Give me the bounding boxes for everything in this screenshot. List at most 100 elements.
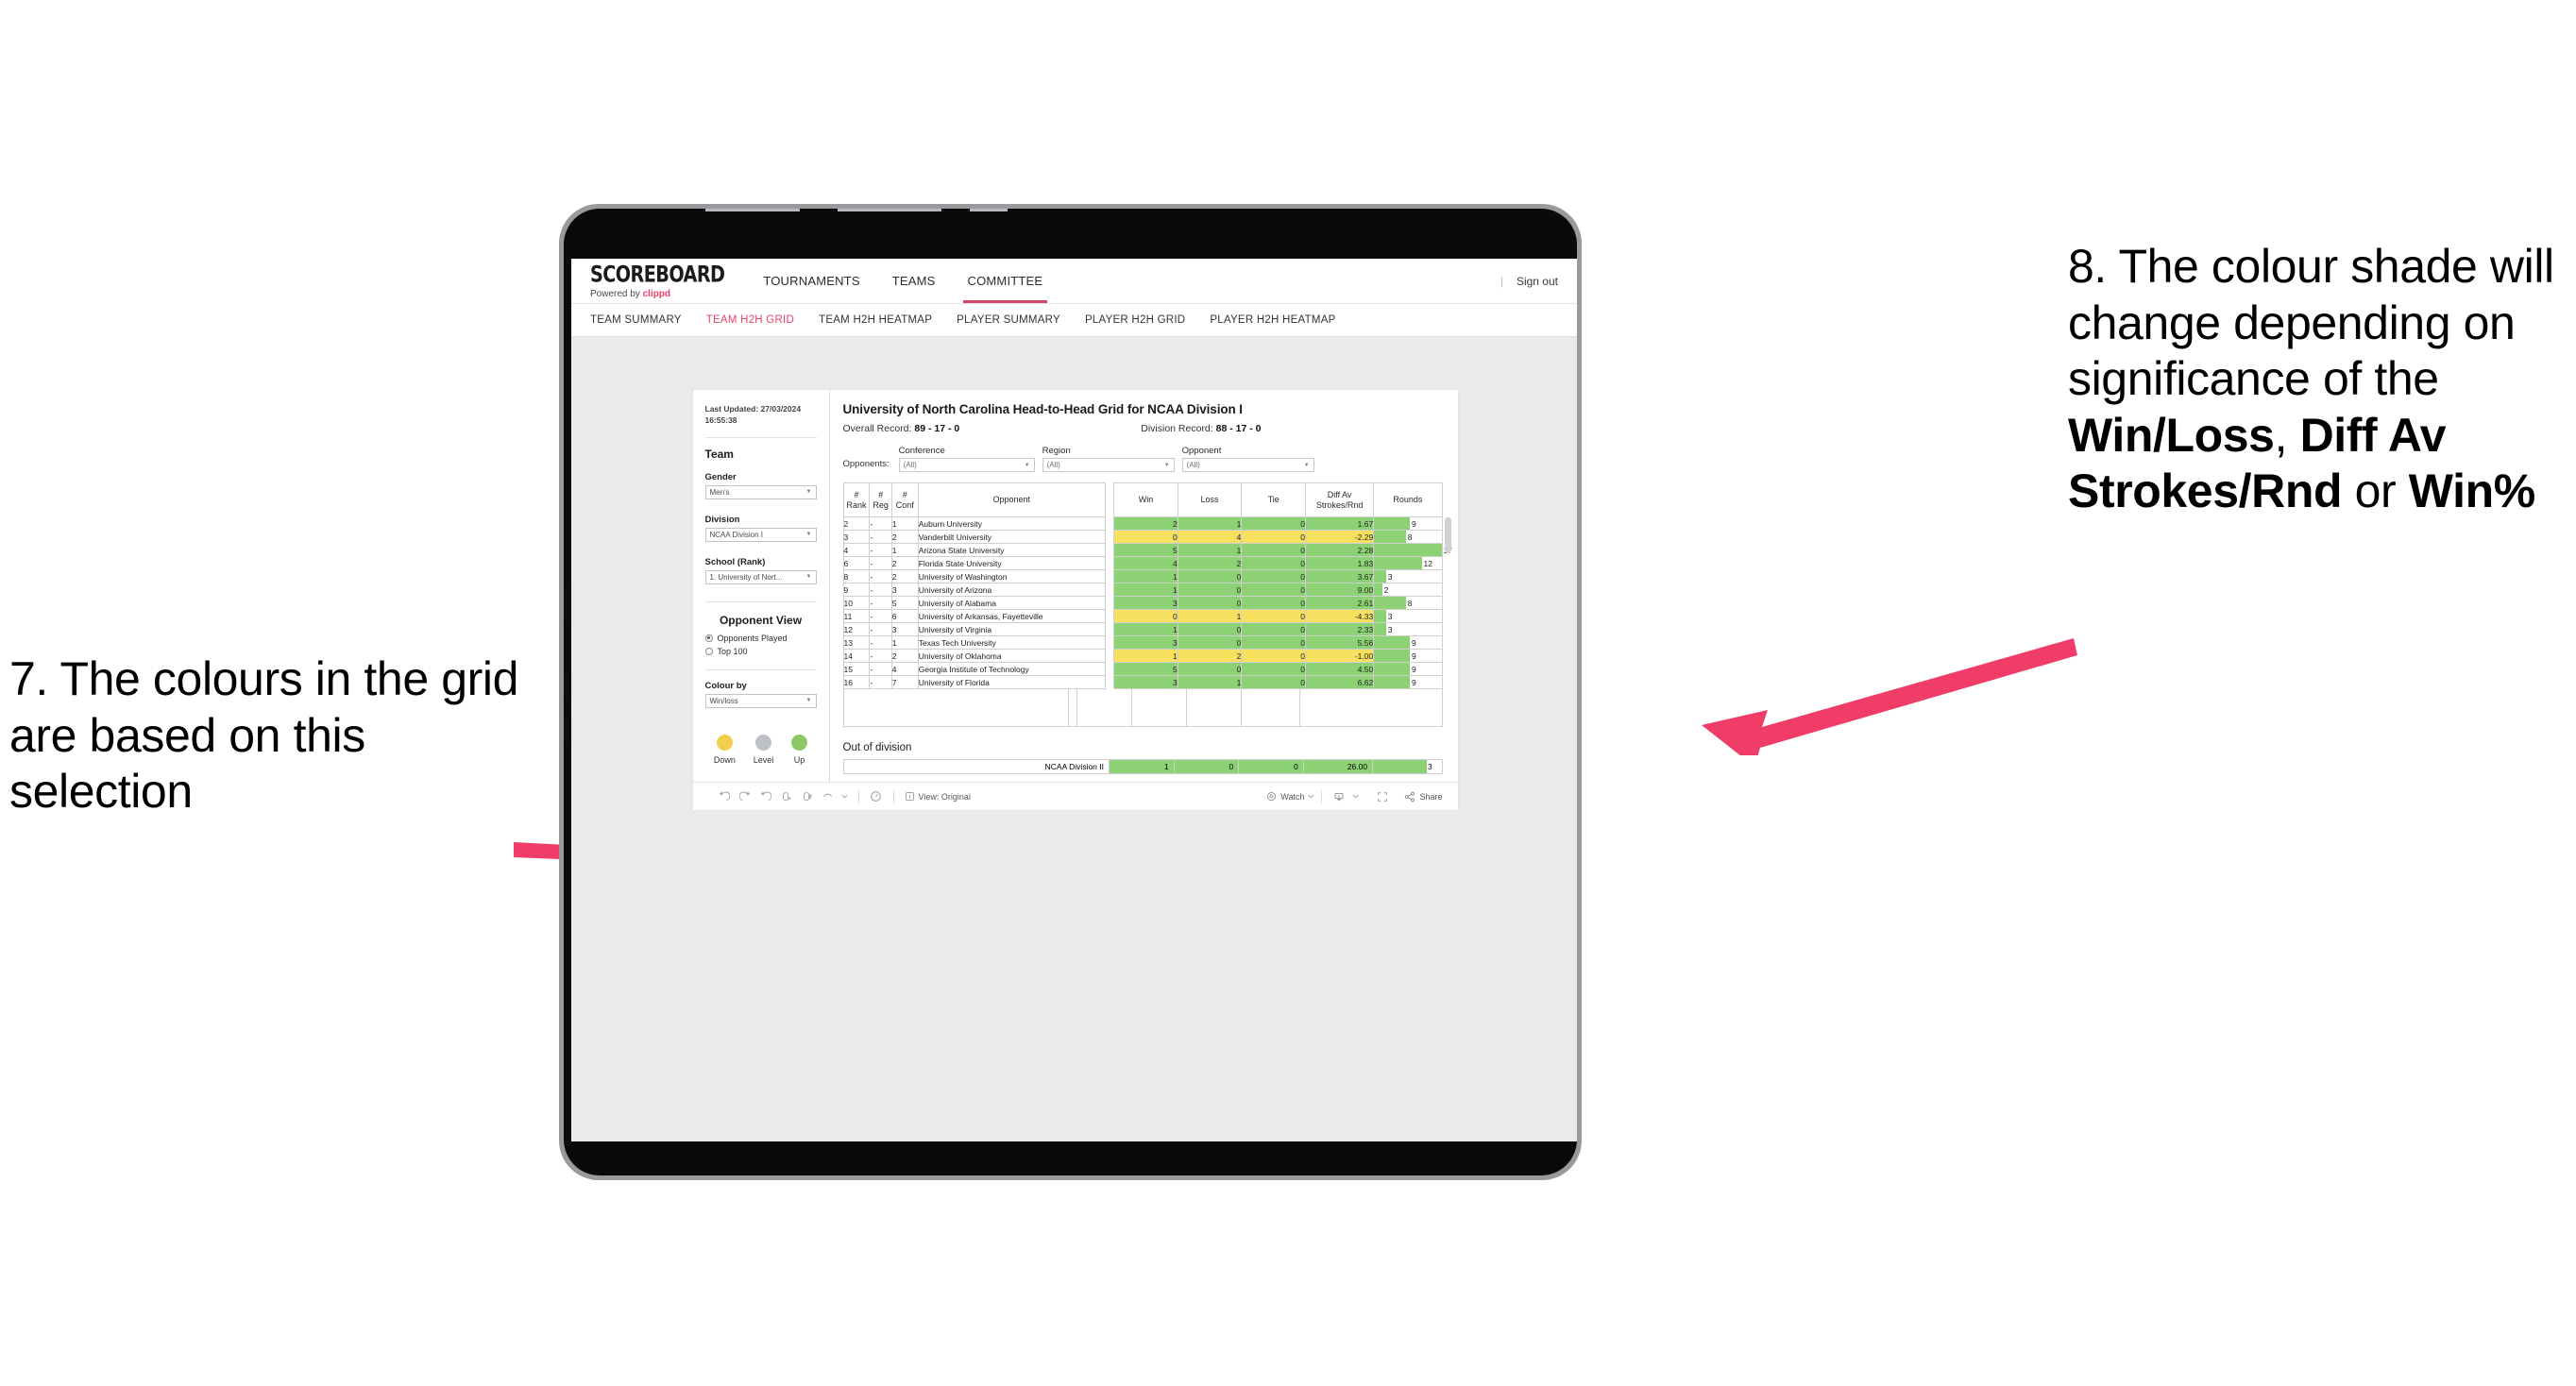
legend-item-level: Level bbox=[754, 734, 773, 765]
table-row[interactable]: 15-4 Georgia Institute of Technology 5 0 0 4.… bbox=[842, 662, 1443, 676]
table-row[interactable]: 11-6 University of Arkansas, Fayetteville… bbox=[842, 609, 1443, 623]
cell-win: 1 bbox=[1113, 569, 1178, 583]
share-label: Share bbox=[1419, 791, 1443, 802]
cell-tie-value: 0 bbox=[1300, 677, 1305, 687]
subnav-item-team-summary[interactable]: TEAM SUMMARY bbox=[590, 314, 682, 326]
cell-diff-value: 2.28 bbox=[1357, 545, 1374, 555]
colour-by-select[interactable]: Win/loss ▼ bbox=[704, 693, 817, 708]
cell-win: 1 bbox=[1113, 583, 1178, 597]
rounds-bar bbox=[1374, 650, 1410, 662]
annotation-8-line1: 8. The colour shade will change dependin… bbox=[2068, 240, 2554, 405]
cell-diff: 4.50 bbox=[1304, 662, 1375, 676]
annotation-8-mid1: , bbox=[2274, 408, 2300, 462]
rounds-value: 9 bbox=[1411, 664, 1416, 674]
tablet-top-antenna-3 bbox=[970, 209, 1008, 211]
radio-top-100[interactable]: Top 100 bbox=[704, 647, 817, 656]
table-row[interactable]: 2-1 Auburn University 2 1 0 1.67 9 bbox=[842, 516, 1443, 531]
cell-spacer bbox=[1105, 663, 1113, 676]
legend-item-down: Down bbox=[714, 734, 736, 765]
subnav-item-player-h2h-heatmap[interactable]: PLAYER H2H HEATMAP bbox=[1210, 314, 1335, 326]
gender-select[interactable]: Men's ▼ bbox=[704, 484, 817, 499]
division-select[interactable]: NCAA Division I ▼ bbox=[704, 527, 817, 542]
rounds-value: 9 bbox=[1411, 651, 1416, 661]
view-original-button[interactable]: View: Original bbox=[905, 791, 971, 802]
cell-conf: 1 bbox=[890, 635, 919, 650]
cell-loss-value: 0 bbox=[1236, 637, 1242, 648]
colour-by-label: Colour by bbox=[704, 680, 747, 691]
filler-rounds bbox=[1298, 689, 1358, 726]
table-row[interactable]: 12-3 University of Virginia 1 0 0 2.33 3 bbox=[842, 622, 1443, 636]
cell-opponent: University of Arizona bbox=[917, 583, 1106, 597]
filter-region-select[interactable]: (All) ▼ bbox=[1042, 458, 1175, 472]
chevron-down-icon[interactable] bbox=[839, 793, 852, 800]
chevron-down-icon[interactable] bbox=[1349, 793, 1361, 800]
table-row[interactable]: 10-5 University of Alabama 3 0 0 2.61 8 bbox=[842, 596, 1443, 610]
radio-opponents-played[interactable]: Opponents Played bbox=[704, 633, 817, 643]
nav-item-tournaments[interactable]: TOURNAMENTS bbox=[747, 259, 875, 303]
h2h-grid-empty-filler bbox=[842, 689, 1443, 727]
table-row[interactable]: 14-2 University of Oklahoma 1 2 0 -1.00 9 bbox=[842, 649, 1443, 663]
cell-diff-value: 6.62 bbox=[1357, 677, 1374, 687]
cell-conf: 3 bbox=[890, 583, 919, 597]
school-rank-select[interactable]: 1. University of Nort... ▼ bbox=[704, 569, 817, 584]
download-icon[interactable] bbox=[1329, 791, 1349, 803]
legend-dot-down bbox=[716, 734, 733, 751]
radio-opponents-played-label: Opponents Played bbox=[717, 633, 788, 643]
cell-loss: 2 bbox=[1177, 556, 1243, 570]
filter-opponent-select[interactable]: (All) ▼ bbox=[1181, 458, 1314, 472]
ood-name: NCAA Division II bbox=[842, 759, 1110, 774]
table-row[interactable]: 9-3 University of Arizona 1 0 0 9.00 2 bbox=[842, 583, 1443, 597]
out-of-division-title: Out of division bbox=[842, 742, 912, 753]
table-row[interactable]: 6-2 Florida State University 4 2 0 1.83 12 bbox=[842, 556, 1443, 570]
filter-bar: Opponents: Conference (All) ▼ Region (Al… bbox=[843, 446, 1443, 472]
cell-win: 0 bbox=[1113, 609, 1178, 623]
filter-conference-select[interactable]: (All) ▼ bbox=[898, 458, 1035, 472]
redo-alt-icon[interactable] bbox=[818, 791, 839, 803]
revert-icon[interactable] bbox=[755, 790, 776, 803]
cell-win-value: 3 bbox=[1173, 598, 1178, 608]
cell-rounds: 9 bbox=[1373, 662, 1443, 676]
primary-nav: TOURNAMENTS TEAMS COMMITTEE bbox=[747, 259, 1059, 303]
division-select-value: NCAA Division I bbox=[709, 530, 763, 539]
fullscreen-icon[interactable] bbox=[1372, 791, 1393, 803]
tablet-power-button[interactable] bbox=[564, 718, 568, 745]
pause-auto-update-icon[interactable] bbox=[866, 790, 887, 803]
school-rank-select-value: 1. University of Nort... bbox=[709, 572, 783, 582]
record-row: Overall Record: 89 - 17 - 0 Division Rec… bbox=[843, 423, 1443, 434]
cell-spacer bbox=[1105, 531, 1113, 544]
app-logo[interactable]: SCOREBOARD Powered by clippd bbox=[571, 259, 747, 303]
subnav-item-team-h2h-grid[interactable]: TEAM H2H GRID bbox=[706, 314, 794, 326]
sign-out-link[interactable]: Sign out bbox=[1517, 275, 1558, 288]
annotation-8-mid2: or bbox=[2342, 465, 2409, 517]
colour-by-select-value: Win/loss bbox=[709, 696, 738, 705]
grid-scrollbar[interactable] bbox=[1444, 517, 1451, 553]
tablet-top-antenna-2 bbox=[838, 209, 941, 211]
cell-diff: -4.33 bbox=[1304, 609, 1375, 623]
table-row[interactable]: 4-1Arizona State University5102.2817 bbox=[842, 543, 1452, 557]
table-row[interactable]: 8-2 University of Washington 1 0 0 3.67 3 bbox=[842, 569, 1443, 583]
subnav-item-team-h2h-heatmap[interactable]: TEAM H2H HEATMAP bbox=[819, 314, 932, 326]
cell-spacer bbox=[1105, 610, 1113, 623]
nav-item-committee[interactable]: COMMITTEE bbox=[952, 259, 1059, 303]
table-row[interactable]: 16-7 University of Florida 3 1 0 6.62 9 bbox=[842, 675, 1443, 689]
cell-rounds: 12 bbox=[1373, 556, 1443, 570]
refresh-data-icon[interactable] bbox=[776, 791, 797, 803]
viz-sidebar: Last Updated: 27/03/2024 16:55:38 Team G… bbox=[693, 390, 830, 782]
nav-item-teams[interactable]: TEAMS bbox=[876, 259, 952, 303]
subnav-item-player-h2h-grid[interactable]: PLAYER H2H GRID bbox=[1085, 314, 1185, 326]
tablet-volume-up-button[interactable] bbox=[564, 586, 570, 624]
table-row[interactable]: 3-2 Vanderbilt University 0 4 0 -2.29 8 bbox=[842, 530, 1443, 544]
table-row[interactable]: 13-1 Texas Tech University 3 0 0 5.56 9 bbox=[842, 635, 1443, 650]
tablet-volume-down-button[interactable] bbox=[564, 671, 568, 700]
cell-rank: 15 bbox=[842, 662, 871, 676]
cell-diff: 5.56 bbox=[1304, 635, 1375, 650]
cell-loss: 0 bbox=[1177, 622, 1243, 636]
undo-icon[interactable] bbox=[714, 790, 735, 803]
subnav-item-player-summary[interactable]: PLAYER SUMMARY bbox=[957, 314, 1060, 326]
pause-updates-icon[interactable] bbox=[797, 791, 818, 803]
watch-icon bbox=[1267, 791, 1277, 802]
share-button[interactable]: Share bbox=[1404, 791, 1443, 803]
redo-icon[interactable] bbox=[735, 790, 755, 803]
cell-reg: - bbox=[869, 583, 892, 597]
watch-button[interactable]: Watch bbox=[1266, 791, 1314, 802]
